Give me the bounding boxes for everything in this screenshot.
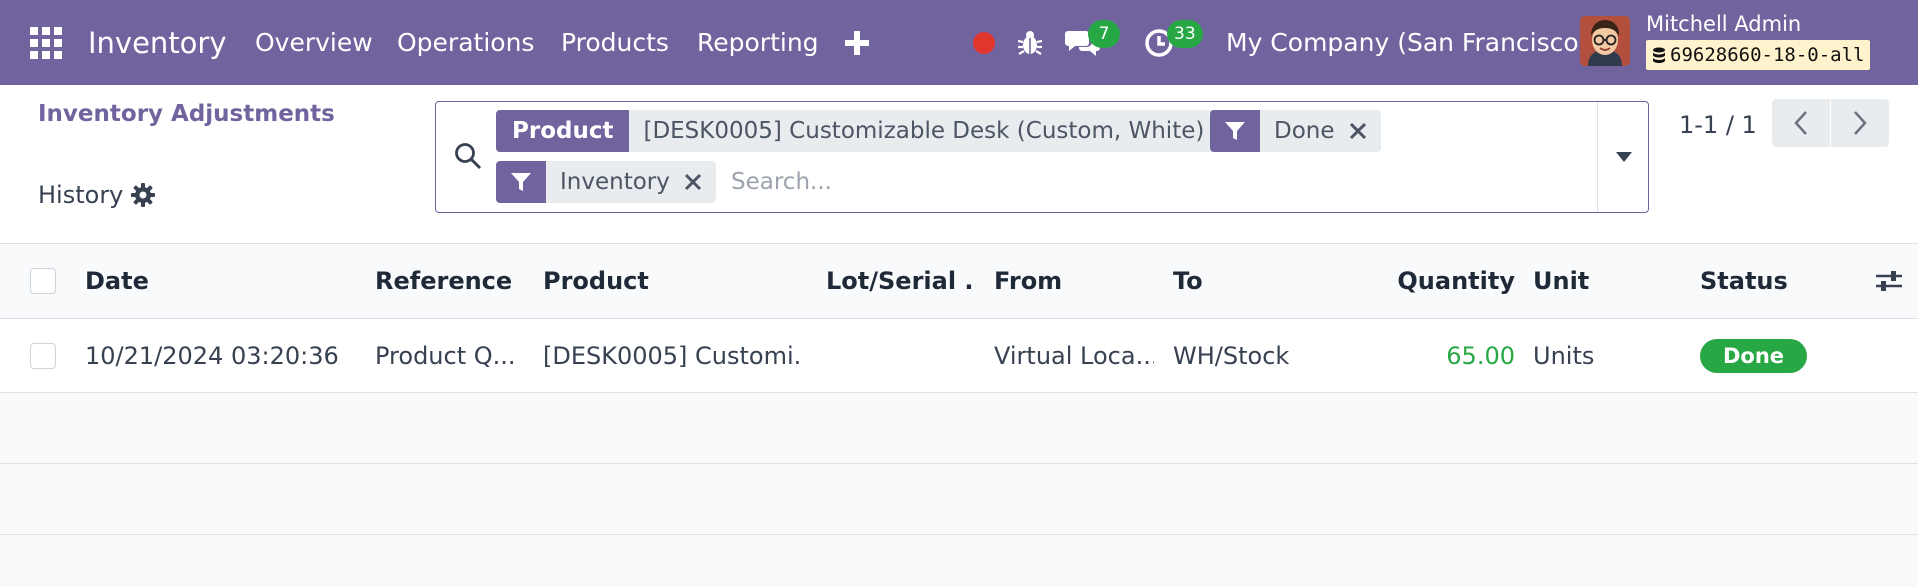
facet-filter-inventory: Inventory [496, 161, 716, 203]
column-unit[interactable]: Unit [1533, 244, 1683, 318]
cell-from: Virtual Loca... [994, 341, 1154, 370]
database-tag: 69628660-18-0-all [1646, 40, 1871, 70]
optional-columns-icon[interactable] [1872, 244, 1906, 318]
facet-product: Product [DESK0005] Customizable Desk (Cu… [496, 110, 1251, 152]
filter-icon [1210, 110, 1260, 152]
facet-done-value: Done [1274, 118, 1335, 144]
user-avatar[interactable] [1580, 16, 1630, 66]
remove-facet-done-icon[interactable] [1349, 110, 1381, 152]
row-checkbox[interactable] [30, 319, 56, 392]
search-icon[interactable] [454, 142, 482, 174]
record-icon[interactable] [973, 0, 995, 85]
menu-overview[interactable]: Overview [255, 0, 373, 85]
facet-product-label: Product [496, 110, 630, 152]
database-icon [1653, 47, 1665, 63]
pager-next-button[interactable] [1831, 99, 1889, 147]
search-box: Product [DESK0005] Customizable Desk (Cu… [435, 101, 1649, 213]
table-header: Date Reference Product Lot/Serial ... Fr… [0, 244, 1918, 319]
column-reference[interactable]: Reference [375, 244, 520, 318]
database-name: 69628660-18-0-all [1670, 44, 1865, 66]
search-options-toggle[interactable] [1597, 102, 1649, 212]
caret-down-icon [1615, 152, 1632, 162]
status-badge: Done [1700, 338, 1808, 373]
search-input[interactable] [731, 161, 1431, 203]
filter-icon [496, 161, 546, 203]
user-name[interactable]: Mitchell Admin [1646, 12, 1801, 36]
menu-reporting[interactable]: Reporting [697, 0, 819, 85]
bug-icon[interactable] [1017, 0, 1043, 85]
table-row[interactable]: 10/21/2024 03:20:36 Product Q... [DESK00… [0, 319, 1918, 393]
column-date[interactable]: Date [85, 244, 365, 318]
moves-history-table: Date Reference Product Lot/Serial ... Fr… [0, 244, 1918, 587]
cell-to: WH/Stock [1173, 341, 1290, 370]
menu-products[interactable]: Products [561, 0, 669, 85]
control-panel: Inventory Adjustments History Product [D… [0, 85, 1918, 244]
breadcrumb-parent[interactable]: Inventory Adjustments [38, 101, 335, 127]
app-name[interactable]: Inventory [88, 0, 227, 85]
activities-count-badge: 33 [1167, 20, 1203, 48]
cell-product: [DESK0005] Customi... [543, 341, 803, 370]
facet-filter-done: Done [1210, 110, 1381, 152]
remove-facet-inventory-icon[interactable] [684, 161, 716, 203]
company-switcher[interactable]: My Company (San Francisco) [1226, 0, 1588, 85]
empty-row [0, 393, 1918, 464]
page-title: History [38, 181, 124, 209]
pager-previous-button[interactable] [1772, 99, 1830, 147]
chevron-right-icon [1854, 111, 1867, 135]
cell-reference: Product Q... [375, 341, 516, 370]
cell-status: Done [1700, 319, 1850, 392]
plus-icon[interactable] [845, 0, 869, 85]
top-navbar: Inventory Overview Operations Products R… [0, 0, 1918, 85]
gear-icon[interactable] [131, 183, 156, 207]
empty-row [0, 535, 1918, 587]
breadcrumb-current: History [38, 181, 156, 209]
pager-value[interactable]: 1-1 / 1 [1679, 111, 1757, 139]
column-from[interactable]: From [994, 244, 1154, 318]
cell-date: 10/21/2024 03:20:36 [85, 341, 339, 370]
select-all-checkbox[interactable] [30, 244, 56, 318]
menu-operations[interactable]: Operations [397, 0, 534, 85]
column-product[interactable]: Product [543, 244, 803, 318]
column-to[interactable]: To [1173, 244, 1373, 318]
empty-row [0, 464, 1918, 535]
column-quantity[interactable]: Quantity [1380, 244, 1515, 318]
column-lot-serial[interactable]: Lot/Serial ... [826, 244, 976, 318]
cell-lot-serial [826, 319, 976, 392]
cell-quantity: 65.00 [1446, 341, 1515, 370]
facet-inventory-value: Inventory [560, 169, 670, 195]
chevron-left-icon [1794, 111, 1807, 135]
column-status[interactable]: Status [1700, 244, 1850, 318]
facet-product-value: [DESK0005] Customizable Desk (Custom, Wh… [643, 118, 1205, 144]
apps-grid-icon[interactable] [30, 0, 62, 85]
cell-unit: Units [1533, 341, 1595, 370]
messages-count-badge: 7 [1088, 20, 1120, 48]
